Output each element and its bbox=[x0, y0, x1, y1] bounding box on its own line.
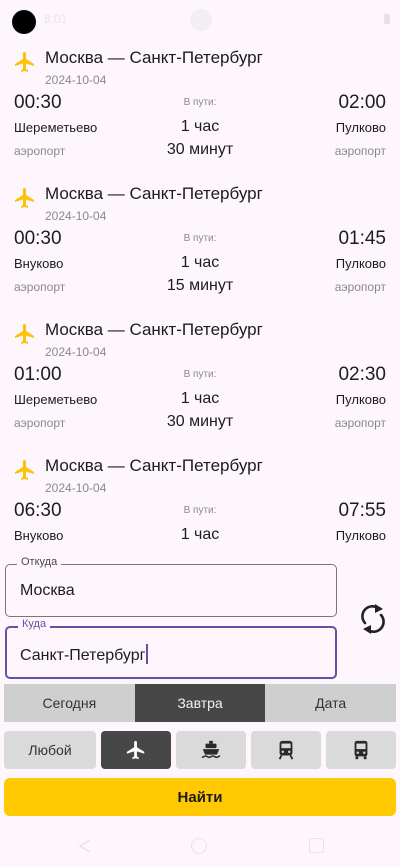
arrival-airport: Пулково bbox=[335, 120, 386, 135]
arrival-airport: Пулково bbox=[335, 256, 386, 271]
from-label: Откуда bbox=[17, 556, 62, 568]
plane-icon bbox=[15, 324, 34, 344]
status-time: 8:01 bbox=[44, 12, 68, 26]
flight-card[interactable]: Москва — Санкт-Петербург 2024-10-04 00:3… bbox=[0, 180, 400, 316]
tab-today[interactable]: Сегодня bbox=[4, 684, 135, 722]
arrival-time: 07:55 bbox=[338, 500, 386, 521]
home-icon[interactable] bbox=[191, 838, 207, 854]
flight-date: 2024-10-04 bbox=[45, 209, 107, 223]
flight-date: 2024-10-04 bbox=[45, 345, 107, 359]
mode-plane-button[interactable] bbox=[101, 731, 171, 769]
status-bar: 8:01 bbox=[0, 0, 400, 36]
arrival-time: 01:45 bbox=[338, 228, 386, 249]
camera-cutout bbox=[12, 10, 36, 34]
flight-card[interactable]: Москва — Санкт-Петербург 2024-10-04 06:3… bbox=[0, 452, 400, 552]
search-button[interactable]: Найти bbox=[4, 778, 396, 816]
mode-ship-button[interactable] bbox=[176, 731, 246, 769]
plane-icon bbox=[15, 460, 34, 480]
bus-icon bbox=[354, 740, 368, 760]
plane-icon bbox=[15, 52, 34, 72]
flight-date: 2024-10-04 bbox=[45, 481, 107, 495]
train-icon bbox=[278, 740, 294, 760]
flight-date: 2024-10-04 bbox=[45, 73, 107, 87]
from-value[interactable]: Москва bbox=[20, 582, 75, 600]
plane-icon bbox=[15, 188, 34, 208]
to-value-wrap[interactable]: Санкт-Петербург bbox=[20, 644, 149, 665]
battery-icon bbox=[384, 14, 390, 24]
status-notch-icon bbox=[190, 9, 212, 31]
plane-icon bbox=[126, 740, 145, 760]
tab-tomorrow[interactable]: Завтра bbox=[134, 684, 266, 722]
tab-date[interactable]: Дата bbox=[265, 684, 397, 722]
flight-route: Москва — Санкт-Петербург bbox=[45, 48, 263, 67]
to-label: Куда bbox=[18, 618, 51, 630]
mode-bus-button[interactable] bbox=[326, 731, 396, 769]
to-field[interactable]: Куда Санкт-Петербург bbox=[5, 618, 337, 679]
arrival-time: 02:00 bbox=[338, 92, 386, 113]
text-cursor bbox=[146, 644, 149, 664]
swap-icon[interactable] bbox=[356, 603, 390, 635]
system-nav-bar bbox=[0, 828, 400, 867]
arrival-type: аэропорт bbox=[334, 416, 386, 430]
ship-icon bbox=[201, 740, 221, 759]
flight-card[interactable]: Москва — Санкт-Петербург 2024-10-04 01:0… bbox=[0, 316, 400, 452]
from-field[interactable]: Откуда Москва bbox=[5, 556, 337, 617]
flight-route: Москва — Санкт-Петербург bbox=[45, 456, 263, 475]
arrival-time: 02:30 bbox=[338, 364, 386, 385]
arrival-airport: Пулково bbox=[335, 528, 386, 543]
to-value[interactable]: Санкт-Петербург bbox=[20, 647, 145, 664]
flight-card[interactable]: Москва — Санкт-Петербург 2024-10-04 00:3… bbox=[0, 44, 400, 180]
arrival-type: аэропорт bbox=[334, 144, 386, 158]
date-tabs: Сегодня Завтра Дата bbox=[4, 684, 397, 722]
back-icon[interactable] bbox=[77, 838, 93, 854]
mode-any-button[interactable]: Любой bbox=[4, 731, 96, 769]
flight-route: Москва — Санкт-Петербург bbox=[45, 320, 263, 339]
recent-apps-icon[interactable] bbox=[309, 838, 324, 853]
mode-train-button[interactable] bbox=[251, 731, 321, 769]
arrival-airport: Пулково bbox=[335, 392, 386, 407]
arrival-type: аэропорт bbox=[334, 280, 386, 294]
flight-route: Москва — Санкт-Петербург bbox=[45, 184, 263, 203]
